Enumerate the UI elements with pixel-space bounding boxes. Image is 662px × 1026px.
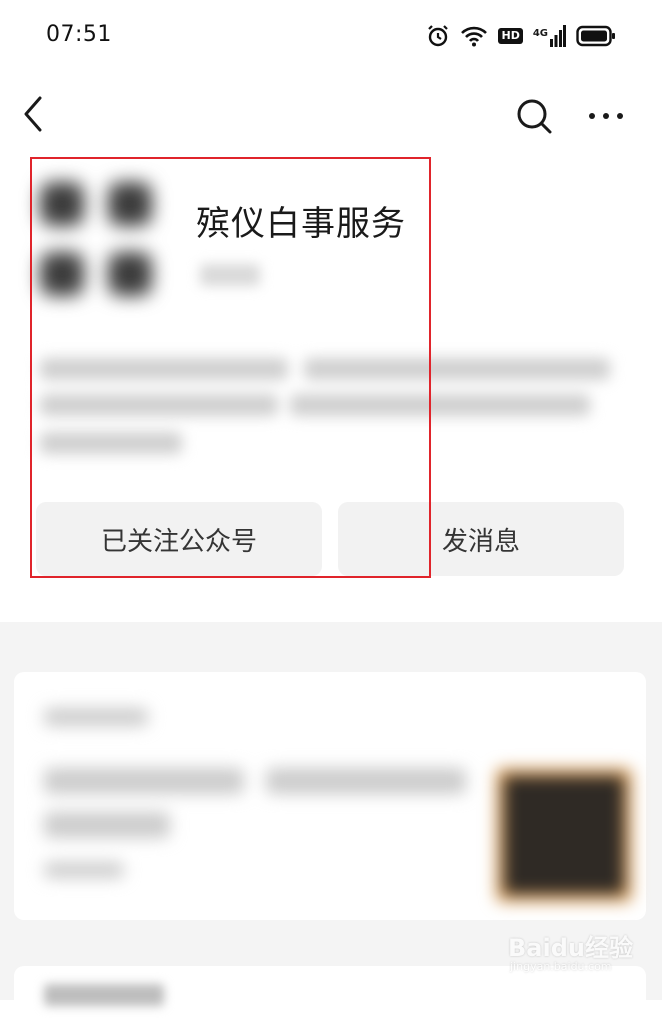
account-location-blurred [200,264,260,286]
battery-icon [576,25,616,47]
article-card[interactable] [14,672,646,920]
back-arrow-icon [18,96,54,140]
article-date-blurred [44,984,164,1006]
more-button[interactable] [584,94,628,138]
article-thumbnail [496,768,632,902]
hd-icon: HD [498,28,523,44]
account-description-blurred [40,352,620,472]
search-icon [512,99,556,142]
status-bar: 07:51 HD 4G [0,0,662,72]
wifi-icon [460,25,488,47]
signal-4g-icon: 4G [533,25,566,47]
article-card-blurred-content [14,672,646,920]
status-icons: HD 4G [426,20,616,52]
article-card-next[interactable] [14,966,646,1026]
send-message-label: 发消息 [441,526,520,557]
back-button[interactable] [18,92,54,136]
more-icon [584,113,628,142]
search-button[interactable] [512,94,556,138]
alarm-icon [426,24,450,48]
network-label: 4G [532,28,548,39]
followed-official-account-button[interactable]: 已关注公众号 [36,502,322,576]
status-time: 07:51 [46,22,112,47]
account-name: 殡仪白事服务 [196,204,406,244]
account-avatar [36,176,176,306]
nav-bar [0,80,662,150]
followed-label: 已关注公众号 [100,526,257,557]
send-message-button[interactable]: 发消息 [338,502,624,576]
account-header: 殡仪白事服务 [196,196,406,245]
